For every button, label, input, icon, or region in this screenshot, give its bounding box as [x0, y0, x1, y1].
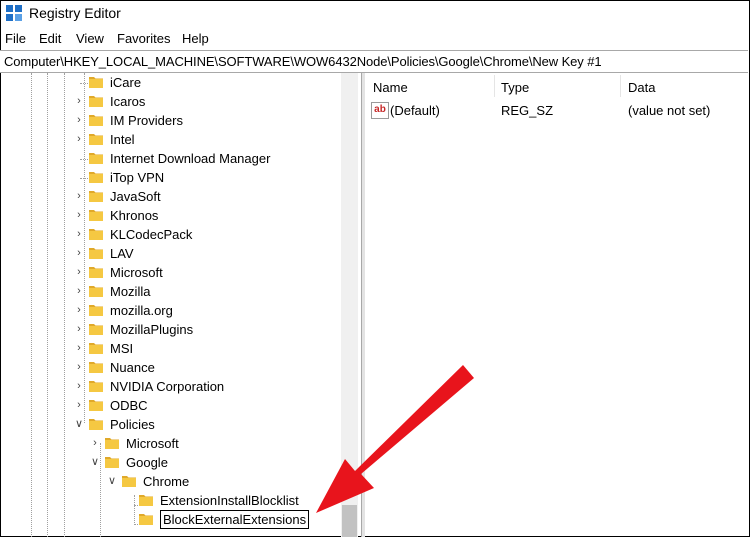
red-arrow-annotation — [316, 365, 474, 513]
